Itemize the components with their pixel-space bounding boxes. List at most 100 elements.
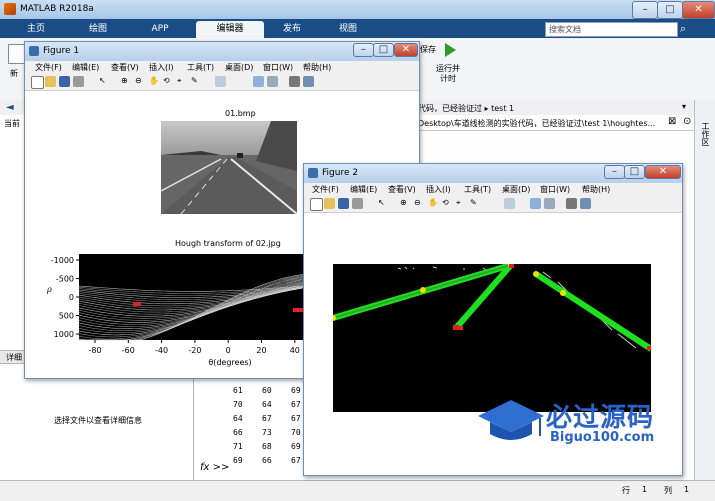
menu-window[interactable]: 窗口(W) (263, 62, 293, 73)
brush-icon[interactable]: ✎ (191, 76, 202, 87)
data-cursor-icon[interactable]: ⌖ (456, 198, 467, 209)
x-tick-label: -60 (122, 346, 135, 355)
figure1-close-button[interactable]: ✕ (394, 43, 418, 57)
menu-tools[interactable]: 工具(T) (187, 62, 214, 73)
figure2-maximize-button[interactable]: □ (624, 165, 645, 179)
hide-tools-icon[interactable] (289, 76, 300, 87)
minimize-button[interactable]: – (632, 1, 658, 19)
run-icon (445, 43, 456, 57)
menu-help[interactable]: 帮助(H) (582, 184, 610, 195)
figure-icon (308, 168, 318, 178)
save-label: 保存 (420, 45, 436, 54)
y-tick-label: 1000 (54, 330, 74, 339)
back-arrow-icon[interactable]: ◄ (6, 102, 14, 113)
ribbon-tabs: 主页 绘图 APP 编辑器 发布 视图 搜索文档 ⌕ (0, 19, 715, 38)
x-tick-label: -20 (188, 346, 201, 355)
app-title: MATLAB R2018a (20, 4, 94, 14)
link-plot-icon[interactable] (215, 76, 226, 87)
matrix-cell: 69 (291, 442, 301, 451)
menu-tools[interactable]: 工具(T) (464, 184, 491, 195)
run-and-time-icon[interactable] (443, 42, 457, 58)
menu-edit[interactable]: 编辑(E) (350, 184, 377, 195)
figure2-title-bar: Figure 2 – □ ✕ (304, 164, 682, 183)
close-icon[interactable]: ⊠ (668, 116, 676, 127)
menu-view[interactable]: 查看(V) (388, 184, 416, 195)
menu-insert[interactable]: 插入(I) (149, 62, 174, 73)
figure2-toolbar: ↖ ⊕ ⊖ ✋ ⟲ ⌖ ✎ (304, 196, 682, 213)
figure2-close-button[interactable]: ✕ (645, 165, 681, 179)
close-button[interactable]: ✕ (682, 1, 715, 19)
menu-insert[interactable]: 插入(I) (426, 184, 451, 195)
zoom-out-icon[interactable]: ⊖ (135, 76, 146, 87)
zoom-in-icon[interactable]: ⊕ (400, 198, 411, 209)
colorbar-icon[interactable] (530, 198, 541, 209)
matrix-cell: 70 (291, 428, 301, 437)
rotate-icon[interactable]: ⟲ (442, 198, 453, 209)
matrix-cell: 71 (233, 442, 243, 451)
pointer-icon[interactable]: ↖ (99, 76, 110, 87)
search-input[interactable]: 搜索文档 (545, 22, 678, 37)
matrix-cell: 67 (291, 456, 301, 465)
legend-icon[interactable] (267, 76, 278, 87)
open-icon[interactable] (324, 198, 335, 209)
new-figure-icon[interactable] (310, 198, 323, 211)
pointer-icon[interactable]: ↖ (378, 198, 389, 209)
print-icon[interactable] (352, 198, 363, 209)
rotate-icon[interactable]: ⟲ (163, 76, 174, 87)
tab-editor[interactable]: 编辑器 (196, 21, 264, 38)
new-figure-icon[interactable] (31, 76, 44, 89)
tab-home[interactable]: 主页 (10, 21, 62, 38)
tab-view[interactable]: 视图 (322, 21, 374, 38)
status-bar: 行 1 列 1 (0, 480, 715, 501)
colorbar-icon[interactable] (253, 76, 264, 87)
menu-view[interactable]: 查看(V) (111, 62, 139, 73)
figure2-menu: 文件(F) 编辑(E) 查看(V) 插入(I) 工具(T) 桌面(D) 窗口(W… (304, 183, 682, 196)
figure1-minimize-button[interactable]: – (353, 43, 374, 57)
row-label: 行 (622, 486, 630, 495)
run-and-time-label[interactable]: 运行并 计时 (436, 64, 460, 84)
y-tick-label: 0 (69, 293, 74, 302)
menu-window[interactable]: 窗口(W) (540, 184, 570, 195)
zoom-out-icon[interactable]: ⊖ (414, 198, 425, 209)
show-tools-icon[interactable] (580, 198, 591, 209)
save-icon[interactable] (59, 76, 70, 87)
search-icon[interactable]: ⌕ (680, 22, 693, 35)
chevron-down-icon[interactable]: ⊙ (683, 116, 691, 127)
figure2-minimize-button[interactable]: – (604, 165, 625, 179)
menu-file[interactable]: 文件(F) (35, 62, 62, 73)
matrix-cell: 66 (262, 456, 272, 465)
zoom-in-icon[interactable]: ⊕ (121, 76, 132, 87)
tab-apps[interactable]: APP (134, 21, 186, 38)
menu-file[interactable]: 文件(F) (312, 184, 339, 195)
menu-help[interactable]: 帮助(H) (303, 62, 331, 73)
link-plot-icon[interactable] (504, 198, 515, 209)
matrix-cell: 64 (262, 400, 272, 409)
hide-tools-icon[interactable] (566, 198, 577, 209)
menu-desktop[interactable]: 桌面(D) (502, 184, 530, 195)
pan-icon[interactable]: ✋ (428, 198, 439, 209)
chevron-down-icon[interactable]: ▾ (682, 102, 686, 111)
brush-icon[interactable]: ✎ (470, 198, 481, 209)
figure-icon (29, 46, 39, 56)
maximize-button[interactable]: □ (657, 1, 683, 19)
print-icon[interactable] (73, 76, 84, 87)
legend-icon[interactable] (544, 198, 555, 209)
menu-desktop[interactable]: 桌面(D) (225, 62, 253, 73)
figure1-toolbar: ↖ ⊕ ⊖ ✋ ⟲ ⌖ ✎ (25, 74, 419, 91)
pan-icon[interactable]: ✋ (149, 76, 160, 87)
graduation-cap-logo (476, 396, 546, 446)
tab-plots[interactable]: 绘图 (72, 21, 124, 38)
workspace-label[interactable]: 工作区 (700, 122, 711, 146)
command-prompt[interactable]: fx >> (200, 462, 229, 473)
matrix-cell: 67 (291, 414, 301, 423)
data-cursor-icon[interactable]: ⌖ (177, 76, 188, 87)
figure1-maximize-button[interactable]: □ (373, 43, 394, 57)
tab-publish[interactable]: 发布 (266, 21, 318, 38)
col-value: 1 (684, 485, 690, 494)
open-icon[interactable] (45, 76, 56, 87)
save-icon[interactable] (338, 198, 349, 209)
x-tick-label: 20 (256, 346, 266, 355)
menu-edit[interactable]: 编辑(E) (72, 62, 99, 73)
show-tools-icon[interactable] (303, 76, 314, 87)
x-tick-label: -80 (88, 346, 101, 355)
